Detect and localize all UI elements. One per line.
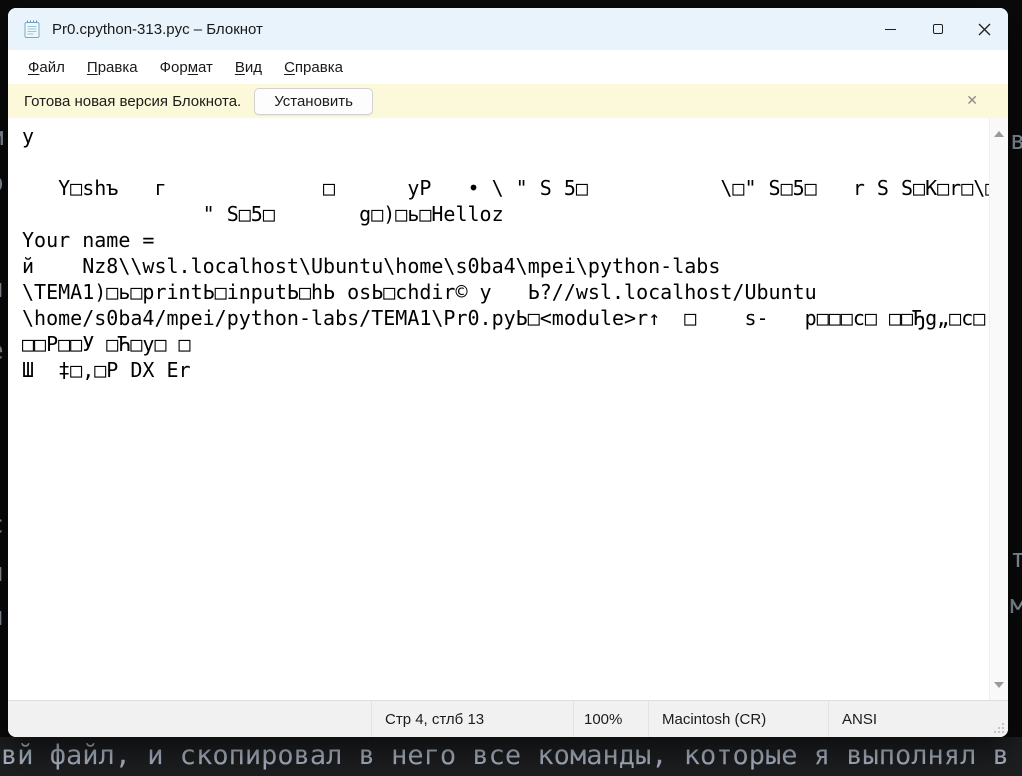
status-zoom-level: 100% [573,701,648,737]
editor-line [22,149,982,175]
status-cursor-position: Стр 4, стлб 13 [371,701,573,737]
notepad-window: Pr0.cpython-313.pyc – Блокнот ФайлПравка… [8,8,1008,737]
background-text-fragment: ] [0,416,8,446]
editor-content: у Y□shъ г □ уР • \ " S 5□ \□" S□5□ r S S… [8,118,1008,383]
background-text-fragment: й [0,274,8,304]
editor-line: Y□shъ г □ уР • \ " S 5□ \□" S□5□ r S S□K… [22,175,982,201]
vertical-scrollbar[interactable] [989,118,1008,700]
maximize-button[interactable] [914,8,961,50]
minimize-button[interactable] [867,8,914,50]
resize-grip[interactable] [992,721,1005,734]
scroll-down-icon[interactable] [994,682,1004,688]
editor-line: \TEMA1)□ь□printЬ□inputЬ□hЬ osЬ□chdir© у … [22,279,982,305]
background-text-fragment: н [0,558,8,588]
window-title: Pr0.cpython-313.pyc – Блокнот [52,21,263,38]
update-notification-bar: Готова новая версия Блокнота. Установить… [8,84,1008,118]
maximize-icon [933,24,943,34]
background-text-fragment: р [0,168,8,198]
menu-item-help[interactable]: Справка [273,59,354,76]
background-text-fragment: в [1010,126,1022,156]
status-line-ending: Macintosh (CR) [648,701,828,737]
background-text-fragment: т [1010,544,1022,574]
editor-line: й Nz8\\wsl.localhost\Ubuntu\home\s0ba4\m… [22,253,982,279]
menu-item-edit[interactable]: Правка [76,59,149,76]
menu-item-view[interactable]: Вид [224,59,273,76]
status-bar: Стр 4, стлб 13 100% Macintosh (CR) ANSI [8,700,1008,737]
close-icon [978,23,991,36]
menu-item-file[interactable]: Файл [17,59,76,76]
background-terminal-text: вй файл, и скопировал в него все команды… [1,739,1009,773]
editor-line: Your name = [22,227,982,253]
minimize-icon [885,29,896,30]
background-text-fragment: м [0,122,8,152]
menu-item-format[interactable]: Формат [149,59,224,76]
editor-line: " S□5□ g□)□ь□Helloz [22,201,982,227]
status-encoding: ANSI [828,701,1008,737]
editor-line: □□Р□□У □Ћ□у□ □ [22,331,982,357]
background-text-fragment: с [0,510,8,540]
titlebar[interactable]: Pr0.cpython-313.pyc – Блокнот [8,8,1008,50]
editor-line: у [22,123,982,149]
editor-line: Ш ‡□,□Р DX Er [22,357,982,383]
status-spacer [8,701,371,737]
install-button[interactable]: Установить [254,88,373,115]
notification-close-icon[interactable]: ✕ [966,92,978,109]
scroll-up-icon[interactable] [994,131,1004,137]
menu-bar: ФайлПравкаФорматВидСправка [8,50,1008,84]
text-editor[interactable]: у Y□shъ г □ уР • \ " S 5□ \□" S□5□ r S S… [8,118,1008,700]
notepad-icon [22,19,42,39]
background-bottom-strip: вй файл, и скопировал в него все команды… [0,737,1022,776]
window-controls [867,8,1008,50]
background-text-fragment: е [0,336,8,366]
background-text-fragment: м [1010,590,1022,620]
editor-line: \home/s0ba4/mpei/python-labs/TEMA1\Pr0.p… [22,305,982,331]
background-text-fragment: л [0,602,8,632]
close-button[interactable] [961,8,1008,50]
notification-message: Готова новая версия Блокнота. [24,93,241,110]
